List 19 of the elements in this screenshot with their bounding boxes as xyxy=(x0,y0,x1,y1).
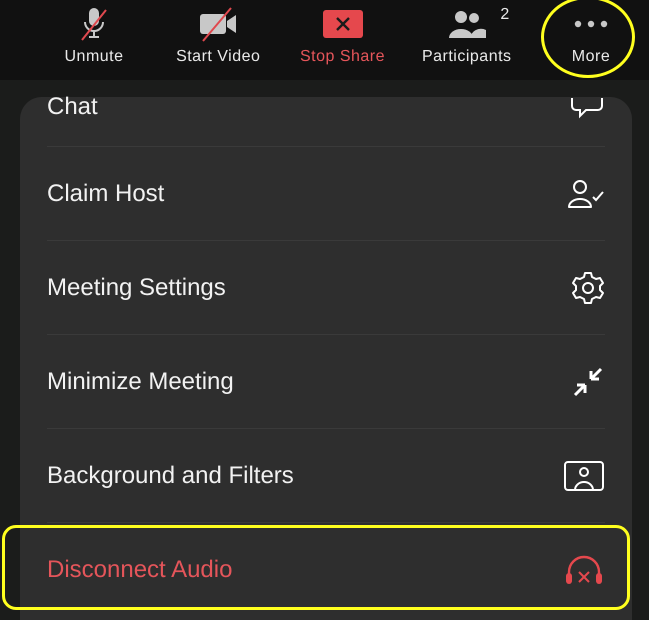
menu-item[interactable]: Disconnect Audio xyxy=(47,556,232,584)
participant-count: 2 xyxy=(500,6,510,24)
settings-icon xyxy=(571,270,605,304)
stop-share-icon xyxy=(322,8,364,40)
user-check-icon xyxy=(567,178,605,208)
toolbar-button[interactable]: Unmute xyxy=(40,0,148,80)
background-icon xyxy=(563,460,605,492)
toolbar-button[interactable]: More xyxy=(537,0,645,80)
toolbar-button[interactable]: Stop Share xyxy=(288,0,396,80)
headphones-off-icon xyxy=(563,554,605,586)
toolbar-button[interactable]: Start Video xyxy=(164,0,272,80)
chat-icon xyxy=(569,97,605,121)
menu-item[interactable]: Minimize Meeting xyxy=(47,368,234,396)
menu-item[interactable]: Chat xyxy=(47,93,98,121)
menu-item[interactable]: Background and Filters xyxy=(47,462,294,490)
more-icon xyxy=(573,19,609,29)
menu-item[interactable]: Meeting Settings xyxy=(47,274,226,302)
toolbar-button[interactable]: 2 Participants xyxy=(412,0,521,80)
menu-item[interactable]: Claim Host xyxy=(47,180,164,208)
